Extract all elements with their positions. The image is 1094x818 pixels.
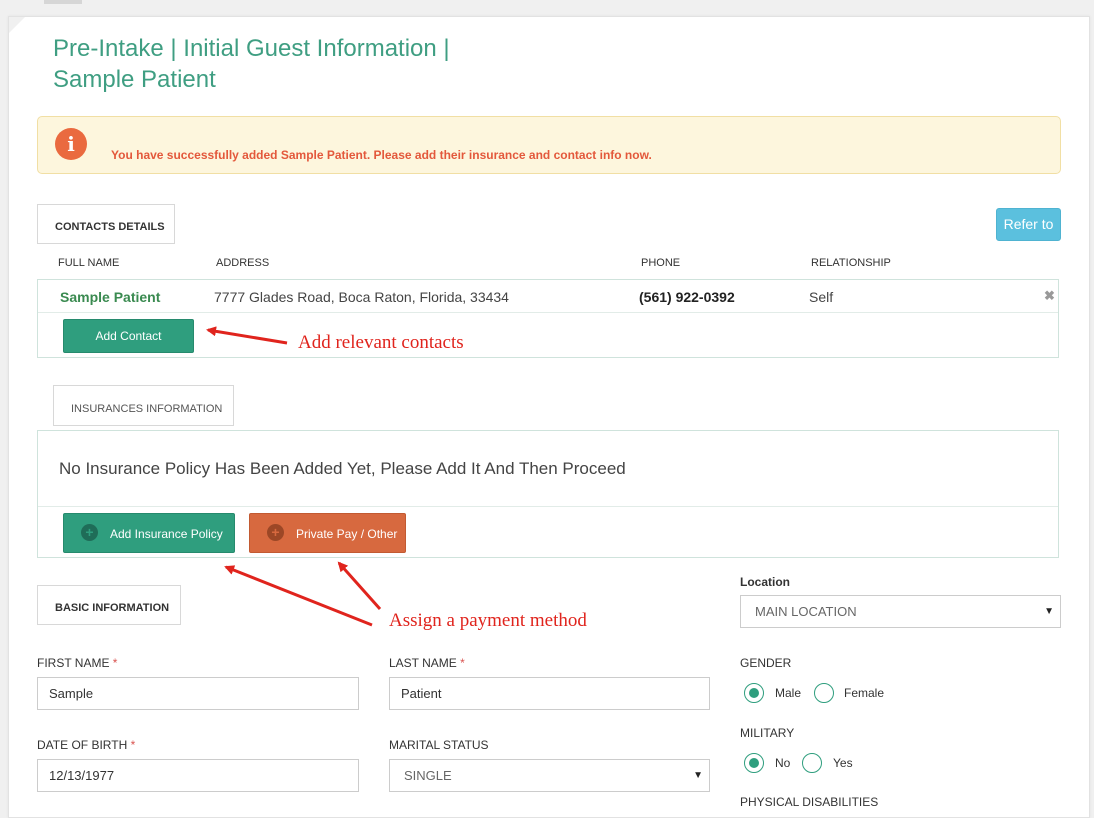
military-label: MILITARY [740, 726, 795, 740]
gender-female-radio[interactable] [814, 683, 834, 703]
military-no-label: No [775, 756, 791, 770]
gender-label: GENDER [740, 656, 792, 670]
tab-basic-information[interactable]: BASIC INFORMATION [37, 585, 181, 625]
military-yes-radio[interactable] [802, 753, 822, 773]
gender-female-label: Female [844, 686, 885, 700]
marital-status-label: MARITAL STATUS [389, 738, 489, 752]
required-asterisk: * [112, 656, 118, 670]
first-name-label: FIRST NAME * [37, 656, 118, 670]
arrow-to-add-contact [206, 326, 288, 345]
dob-label: DATE OF BIRTH * [37, 738, 136, 752]
gender-male-radio[interactable] [744, 683, 764, 703]
required-asterisk: * [460, 656, 465, 670]
location-select[interactable]: MAIN LOCATION ▼ [740, 595, 1061, 628]
physical-disabilities-label: PHYSICAL DISABILITIES [740, 795, 879, 809]
arrow-to-private-pay [337, 561, 382, 610]
required-asterisk: * [130, 738, 136, 752]
date-of-birth-field[interactable]: 12/13/1977 [37, 759, 359, 792]
gender-male-label: Male [775, 686, 802, 700]
chevron-down-icon: ▼ [693, 770, 703, 781]
military-no-radio[interactable] [744, 753, 764, 773]
military-yes-label: Yes [833, 756, 853, 770]
first-name-field[interactable]: Sample [37, 677, 359, 710]
chevron-down-icon: ▼ [1044, 606, 1054, 617]
marital-status-value: SINGLE [404, 768, 452, 783]
last-name-label: LAST NAME * [389, 656, 465, 670]
last-name-field[interactable]: Patient [389, 677, 710, 710]
marital-status-select[interactable]: SINGLE ▼ [389, 759, 710, 792]
location-label: Location [740, 575, 790, 589]
location-value: MAIN LOCATION [755, 604, 857, 619]
